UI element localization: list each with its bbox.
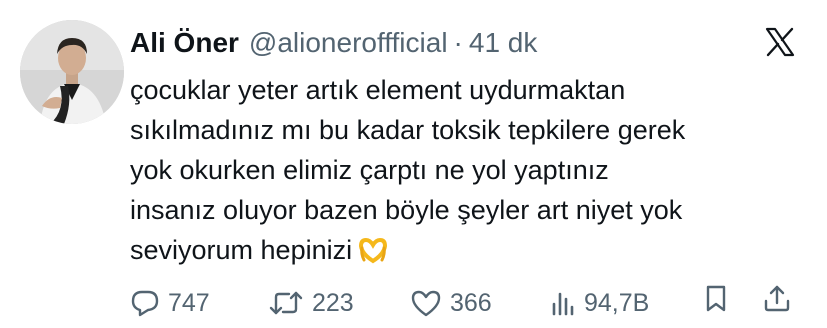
reply-button[interactable]: 747 bbox=[130, 283, 210, 323]
reply-icon bbox=[131, 290, 159, 317]
tweet-header: Ali Öner @alioneroffficial · 41 dk bbox=[130, 26, 537, 60]
action-bar: 747 223 366 94,7B bbox=[130, 283, 810, 323]
author-name[interactable]: Ali Öner bbox=[130, 26, 239, 60]
share-icon bbox=[764, 285, 790, 312]
like-button[interactable]: 366 bbox=[410, 283, 492, 323]
tweet-line: sıkılmadınız mı bu kadar toksik tepkiler… bbox=[130, 115, 686, 145]
author-handle[interactable]: @alioneroffficial bbox=[249, 26, 448, 60]
bookmark-icon bbox=[706, 285, 726, 312]
retweet-count: 223 bbox=[312, 289, 354, 317]
tweet-line: çocuklar yeter artık element uydurmaktan bbox=[130, 75, 626, 105]
views-icon bbox=[552, 292, 574, 316]
bookmark-button[interactable] bbox=[702, 283, 730, 313]
heart-hands-emoji bbox=[358, 235, 388, 275]
tweet-text: çocuklar yeter artık element uydurmaktan… bbox=[130, 70, 810, 275]
tweet-line: seviyorum hepinizi bbox=[130, 235, 353, 265]
reply-count: 747 bbox=[168, 289, 210, 317]
avatar[interactable] bbox=[20, 20, 124, 124]
tweet-card: Ali Öner @alioneroffficial · 41 dk çocuk… bbox=[0, 0, 827, 328]
retweet-icon bbox=[269, 291, 303, 315]
like-count: 366 bbox=[450, 289, 492, 317]
tweet-line: insanız oluyor bazen böyle şeyler art ni… bbox=[130, 195, 683, 225]
tweet-timestamp[interactable]: 41 dk bbox=[469, 26, 538, 60]
share-button[interactable] bbox=[762, 283, 792, 313]
tweet-line: yok okurken elimiz çarptı ne yol yaptını… bbox=[130, 155, 609, 185]
views-button[interactable]: 94,7B bbox=[550, 283, 649, 323]
retweet-button[interactable]: 223 bbox=[268, 283, 354, 323]
views-count: 94,7B bbox=[584, 289, 650, 317]
separator-dot: · bbox=[453, 27, 463, 58]
like-icon bbox=[411, 290, 441, 317]
x-logo-icon[interactable] bbox=[765, 27, 795, 57]
tweet-last-line: seviyorum hepinizi bbox=[130, 230, 810, 275]
